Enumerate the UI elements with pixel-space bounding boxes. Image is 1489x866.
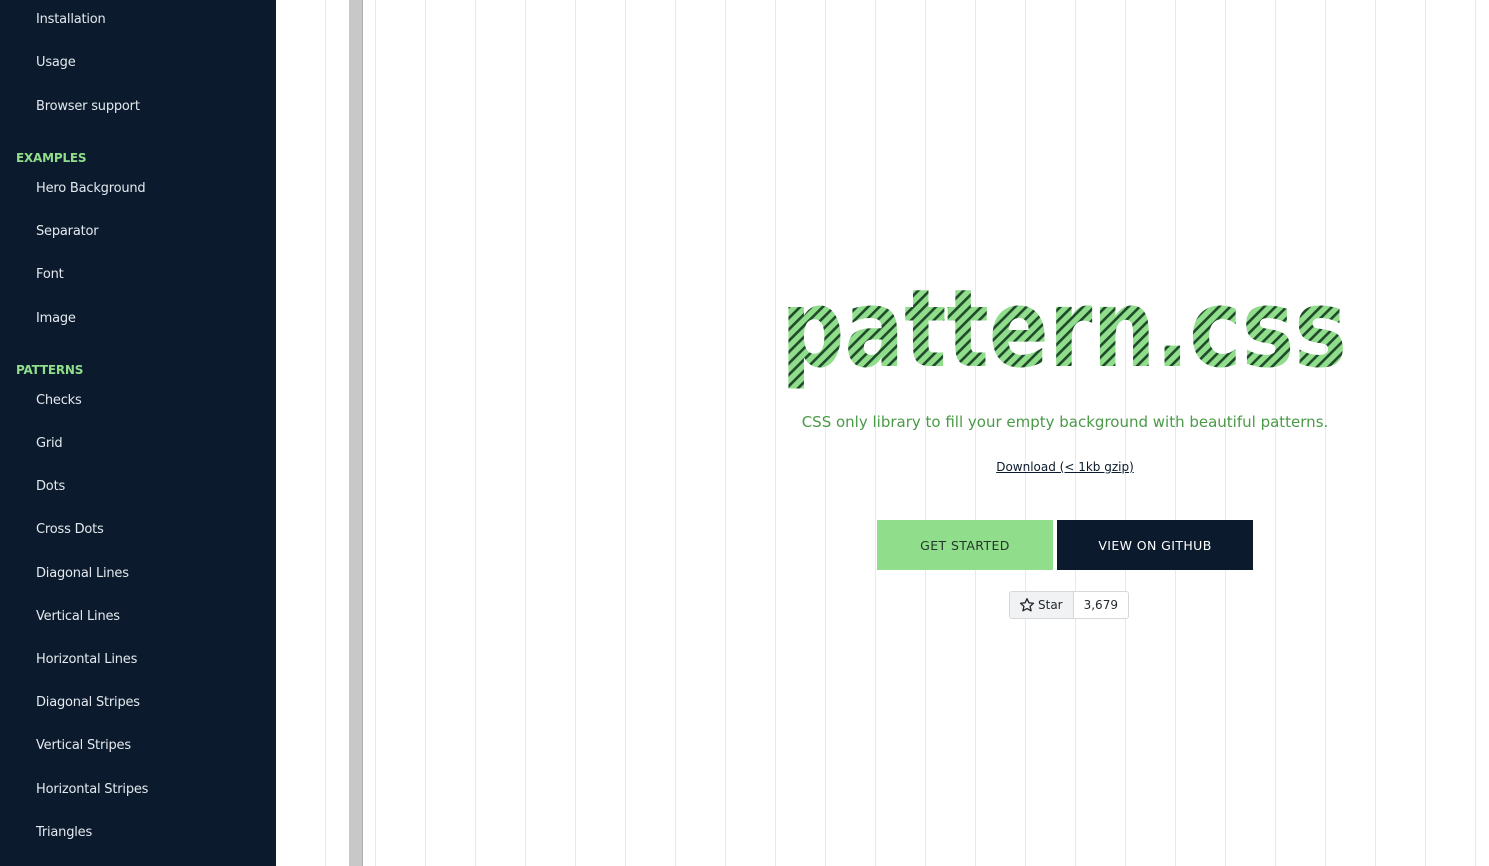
sidebar-item-grid[interactable]: Grid <box>36 436 63 451</box>
sidebar-item-dots[interactable]: Dots <box>36 479 65 494</box>
sidebar-item-vertical-lines[interactable]: Vertical Lines <box>36 609 120 624</box>
sidebar-item-vertical-stripes[interactable]: Vertical Stripes <box>36 738 131 753</box>
star-label: Star <box>1038 598 1063 612</box>
view-on-github-button[interactable]: VIEW ON GITHUB <box>1057 520 1253 570</box>
download-link[interactable]: Download (< 1kb gzip) <box>965 460 1165 474</box>
get-started-button[interactable]: GET STARTED <box>877 520 1053 570</box>
sidebar: Installation Usage Browser support EXAMP… <box>0 0 276 866</box>
main-content: pattern.css CSS only library to fill you… <box>276 0 1489 866</box>
hero-title-logo: pattern.css <box>781 270 1347 392</box>
hero-title-wrap: pattern.css <box>756 270 1373 400</box>
sidebar-item-installation[interactable]: Installation <box>36 12 106 27</box>
sidebar-item-usage[interactable]: Usage <box>36 55 76 70</box>
scrollbar-edge <box>362 0 363 866</box>
sidebar-item-horizontal-lines[interactable]: Horizontal Lines <box>36 652 137 667</box>
github-star-widget: Star 3,679 <box>1009 591 1129 619</box>
hero-title: pattern.css <box>781 270 1347 392</box>
star-outline-icon <box>1019 597 1035 613</box>
sidebar-item-diagonal-lines[interactable]: Diagonal Lines <box>36 566 129 581</box>
sidebar-item-image[interactable]: Image <box>36 311 76 326</box>
sidebar-item-checks[interactable]: Checks <box>36 393 82 408</box>
sidebar-item-font[interactable]: Font <box>36 267 64 282</box>
star-count[interactable]: 3,679 <box>1073 592 1128 618</box>
sidebar-item-browser-support[interactable]: Browser support <box>36 99 140 114</box>
sidebar-item-cross-dots[interactable]: Cross Dots <box>36 522 104 537</box>
sidebar-item-triangles[interactable]: Triangles <box>36 825 92 840</box>
scrollbar-track[interactable] <box>349 0 363 866</box>
sidebar-item-hero-background[interactable]: Hero Background <box>36 181 146 196</box>
sidebar-heading-patterns: PATTERNS <box>16 363 84 377</box>
sidebar-item-separator[interactable]: Separator <box>36 224 99 239</box>
sidebar-heading-examples: EXAMPLES <box>16 151 87 165</box>
hero-tagline: CSS only library to fill your empty back… <box>801 413 1329 431</box>
sidebar-item-horizontal-stripes[interactable]: Horizontal Stripes <box>36 782 148 797</box>
star-button[interactable]: Star <box>1010 592 1074 618</box>
sidebar-item-diagonal-stripes[interactable]: Diagonal Stripes <box>36 695 140 710</box>
